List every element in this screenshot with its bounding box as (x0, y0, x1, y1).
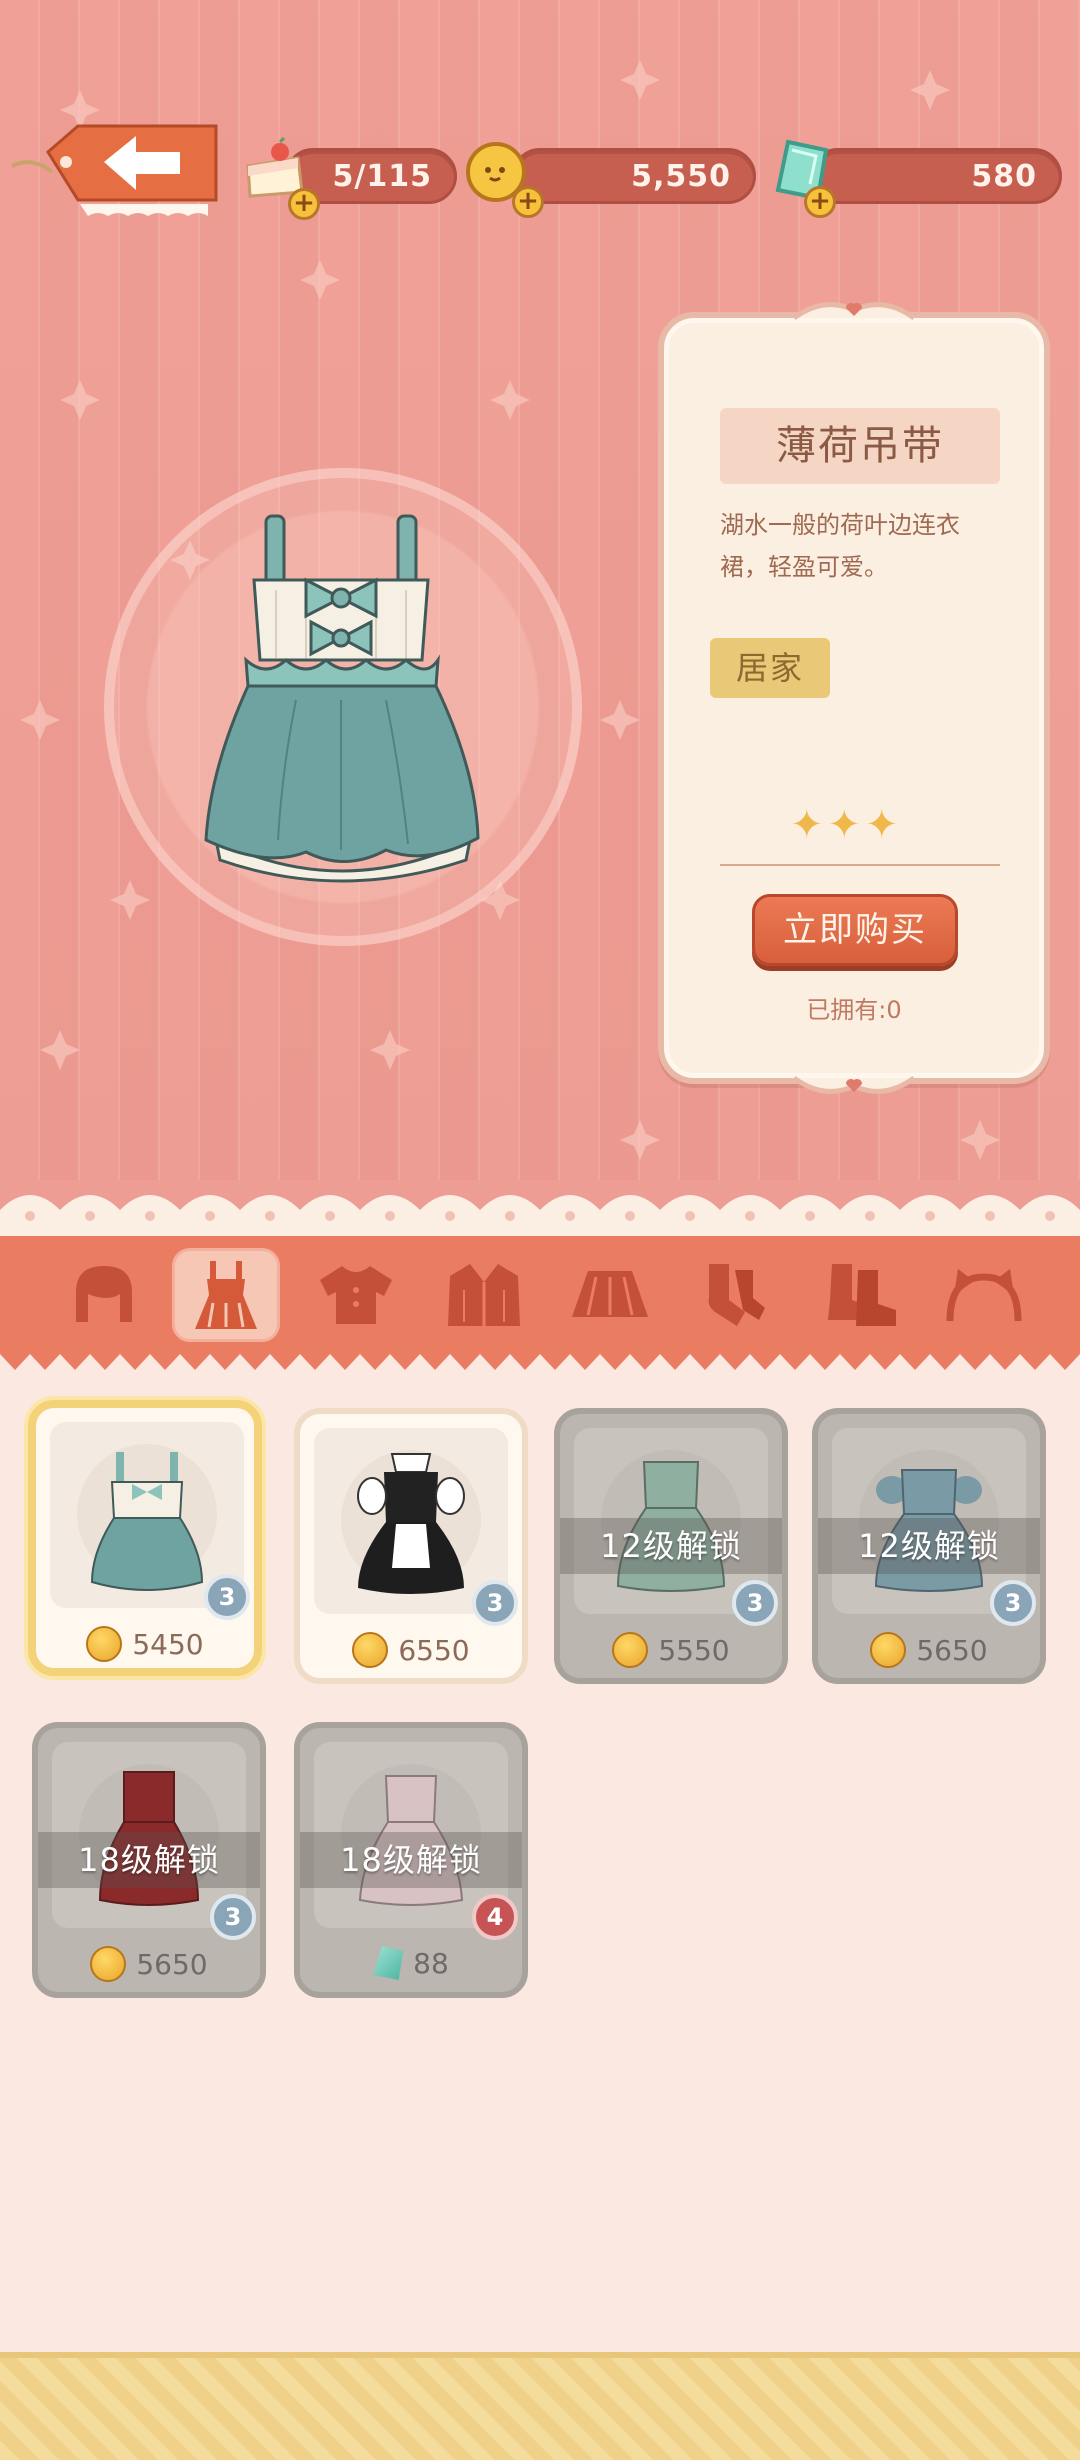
coin-icon (612, 1632, 649, 1668)
heart-ornament-icon (794, 302, 914, 321)
coin-icon (870, 1632, 907, 1668)
rarity-badge: 3 (732, 1580, 778, 1626)
tab-shoes[interactable] (808, 1248, 916, 1342)
coin-icon (352, 1632, 389, 1668)
owned-count: 已拥有:0 (806, 996, 902, 1024)
bottom-heart-ornament-icon (794, 1075, 914, 1094)
tab-top[interactable] (302, 1248, 410, 1342)
skirt-icon (572, 1271, 648, 1317)
dress-preview-image (186, 510, 496, 904)
category-bar-zigzag (0, 1350, 1080, 1370)
cat-ears-headband-icon (946, 1269, 1022, 1322)
dress-icon (195, 1261, 257, 1329)
item-name: 薄荷吊带 (720, 408, 1000, 484)
shirt-icon (320, 1266, 392, 1324)
socks-icon (708, 1264, 765, 1326)
price-value: 5650 (916, 1633, 988, 1667)
gems-bar[interactable]: 580 (810, 148, 1062, 204)
item-card-maid-dress[interactable]: 3 6550 (294, 1408, 528, 1684)
price-value: 5450 (132, 1627, 204, 1661)
buy-now-button[interactable]: 立即购买 (752, 894, 958, 966)
rarity-badge: 3 (472, 1580, 518, 1626)
item-card-locked-red-dress[interactable]: 18级解锁 3 5650 (32, 1722, 266, 1998)
item-card-locked-blue-dress[interactable]: 12级解锁 3 5650 (812, 1408, 1046, 1684)
add-coins-button[interactable]: + (512, 186, 544, 218)
back-arrow-tag-icon (11, 124, 218, 216)
unlock-level-label: 18级解锁 (38, 1832, 260, 1888)
gem-icon (373, 1946, 404, 1980)
coin-icon (90, 1946, 127, 1982)
gems-value: 580 (971, 159, 1037, 194)
tab-hair[interactable] (50, 1248, 158, 1342)
item-description-line1: 湖水一般的荷叶边连衣 (720, 511, 960, 539)
price-value: 5650 (136, 1947, 208, 1981)
rarity-stars: ✦✦✦ (790, 802, 903, 848)
rarity-badge: 4 (472, 1894, 518, 1940)
rarity-badge: 3 (210, 1894, 256, 1940)
unlock-level-label: 12级解锁 (818, 1518, 1040, 1574)
item-info-card: 薄荷吊带 湖水一般的荷叶边连衣 裙，轻盈可爱。 居家 ✦✦✦ 立即购买 已拥有:… (658, 302, 1050, 1094)
hair-icon (76, 1266, 132, 1322)
style-tag: 居家 (710, 638, 830, 698)
lace-trim (0, 1180, 1080, 1240)
item-price: 5550 (560, 1632, 782, 1668)
item-card-locked-pink-dress[interactable]: 18级解锁 4 88 (294, 1722, 528, 1998)
add-stamina-button[interactable]: + (288, 188, 320, 220)
add-gems-button[interactable]: + (804, 186, 836, 218)
bottom-border (0, 2352, 1080, 2460)
card-divider (720, 864, 1000, 866)
coat-icon (448, 1264, 520, 1326)
coins-value: 5,550 (631, 159, 731, 194)
tab-skirt[interactable] (556, 1248, 664, 1342)
price-value: 5550 (658, 1633, 730, 1667)
unlock-level-label: 12级解锁 (560, 1518, 782, 1574)
boots-icon (828, 1264, 896, 1326)
item-price: 6550 (300, 1632, 522, 1668)
item-description-line2: 裙，轻盈可爱。 (720, 553, 888, 581)
item-price: 5650 (38, 1946, 260, 1982)
price-value: 88 (413, 1946, 449, 1980)
price-value: 6550 (398, 1633, 470, 1667)
item-description: 湖水一般的荷叶边连衣 裙，轻盈可爱。 (720, 504, 1020, 588)
unlock-level-label: 18级解锁 (300, 1832, 522, 1888)
coins-bar[interactable]: 5,550 (512, 148, 756, 204)
coin-icon (86, 1626, 123, 1662)
stamina-value: 5/115 (332, 159, 432, 194)
back-button[interactable] (8, 118, 223, 228)
item-price: 5650 (818, 1632, 1040, 1668)
tab-accessory[interactable] (930, 1248, 1038, 1342)
item-price: 5450 (36, 1626, 254, 1662)
item-card-mint-dress[interactable]: 3 5450 (28, 1400, 262, 1676)
tab-socks[interactable] (680, 1248, 788, 1342)
item-price: 88 (300, 1946, 522, 1980)
rarity-badge: 3 (990, 1580, 1036, 1626)
tab-coat[interactable] (430, 1248, 538, 1342)
tab-dress[interactable] (172, 1248, 280, 1342)
item-card-locked-green-dress[interactable]: 12级解锁 3 5550 (554, 1408, 788, 1684)
rarity-badge: 3 (204, 1574, 250, 1620)
category-bar (0, 1236, 1080, 1354)
